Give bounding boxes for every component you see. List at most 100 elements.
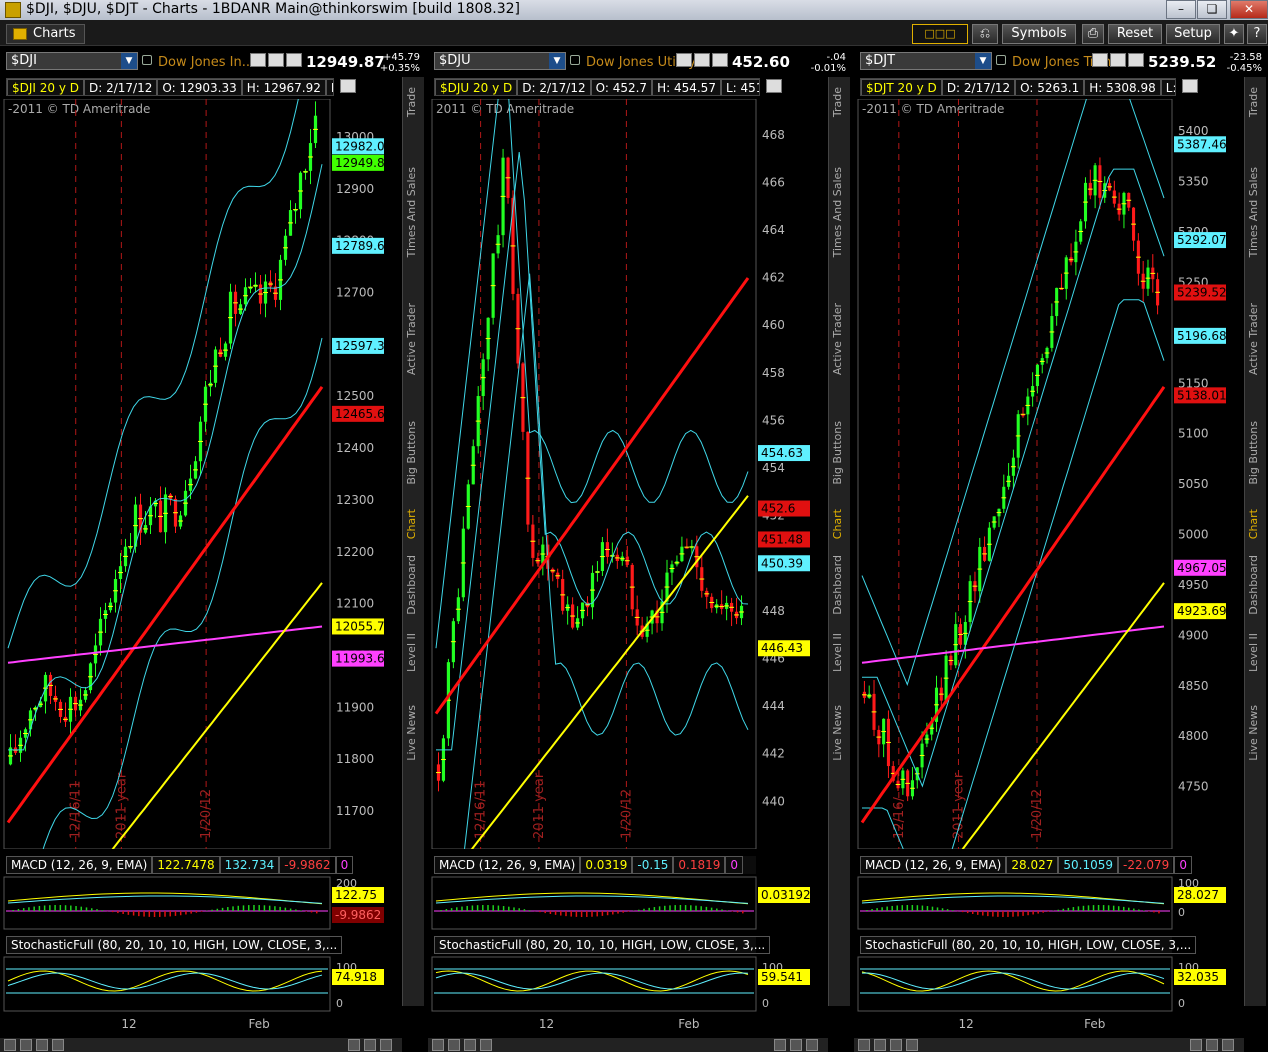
chart-style-icon[interactable] <box>1092 53 1108 67</box>
y-axis-tick: 442 <box>762 747 785 761</box>
chart-style-icon[interactable] <box>250 53 266 67</box>
scroll-left-icon[interactable] <box>1190 1039 1202 1051</box>
drag-hand-icon[interactable] <box>906 1039 918 1051</box>
minimize-button[interactable]: – <box>1166 0 1196 19</box>
stochastic-chart[interactable]: 100059.541 <box>428 933 828 1013</box>
side-tab-active-trader[interactable]: Active Trader <box>1247 303 1260 375</box>
side-tab-trade[interactable]: Trade <box>405 87 418 117</box>
reset-button[interactable]: Reset <box>1108 24 1162 44</box>
scroll-left-icon[interactable] <box>348 1039 360 1051</box>
setup-button[interactable]: Setup <box>1166 24 1220 44</box>
side-tab-live-news[interactable]: Live News <box>1247 705 1260 761</box>
stochastic-chart[interactable]: 100032.035 <box>854 933 1244 1013</box>
zoom-in-icon[interactable] <box>20 1039 32 1051</box>
side-tab-dashboard[interactable]: Dashboard <box>831 555 844 615</box>
side-tab-trade[interactable]: Trade <box>831 87 844 117</box>
chart-style-icon[interactable] <box>676 53 692 67</box>
side-tab-times-and-sales[interactable]: Times And Sales <box>1247 167 1260 257</box>
stochastic-chart[interactable]: 100074.918 <box>0 933 402 1013</box>
scroll-left-icon[interactable] <box>774 1039 786 1051</box>
copyright-text: -2011 © TD Ameritrade <box>862 102 1004 116</box>
scroll-right-icon[interactable] <box>1206 1039 1218 1051</box>
studies-icon[interactable] <box>286 53 302 67</box>
expand-icon[interactable] <box>806 1039 818 1051</box>
side-tab-chart[interactable]: Chart <box>1247 509 1260 539</box>
zoom-out-icon[interactable] <box>464 1039 476 1051</box>
price-chart[interactable]: 2011 © TD Ameritrade 468 466 464 462 460 458 45… <box>428 99 828 849</box>
link-icon[interactable] <box>570 55 580 65</box>
price-label-text: 450.39 <box>761 556 803 570</box>
price-label-1: 12949.87 <box>332 154 392 171</box>
drawing-icon[interactable] <box>268 53 284 67</box>
scroll-left-icon[interactable] <box>4 1039 16 1051</box>
scroll-left-icon[interactable] <box>432 1039 444 1051</box>
side-tab-live-news[interactable]: Live News <box>831 705 844 761</box>
link-icon[interactable]: ⎌ <box>972 24 998 44</box>
chart-settings-icon[interactable] <box>1182 79 1198 93</box>
expand-icon[interactable] <box>1222 1039 1234 1051</box>
side-tab-big-buttons[interactable]: Big Buttons <box>1247 421 1260 485</box>
side-tab-big-buttons[interactable]: Big Buttons <box>831 421 844 485</box>
side-tab-active-trader[interactable]: Active Trader <box>831 303 844 375</box>
studies-icon[interactable] <box>712 53 728 67</box>
chart-settings-icon[interactable] <box>766 79 782 93</box>
chevron-down-icon[interactable]: ▼ <box>549 53 565 69</box>
side-tab-active-trader[interactable]: Active Trader <box>405 303 418 375</box>
close-button[interactable]: ✕ <box>1230 0 1268 19</box>
side-tab-dashboard[interactable]: Dashboard <box>1247 555 1260 615</box>
chevron-down-icon[interactable]: ▼ <box>975 53 991 69</box>
zoom-out-icon[interactable] <box>890 1039 902 1051</box>
side-tab-chart[interactable]: Chart <box>831 509 844 539</box>
price-label-text: 11993.64 <box>335 652 392 666</box>
symbols-button[interactable]: Symbols <box>1002 24 1076 44</box>
chart-settings-icon[interactable] <box>340 79 356 93</box>
side-tab-times-and-sales[interactable]: Times And Sales <box>405 167 418 257</box>
maximize-button[interactable]: ❏ <box>1197 0 1227 19</box>
price-chart[interactable]: -2011 © TD Ameritrade5400535053005250520… <box>854 99 1244 849</box>
link-icon[interactable] <box>142 55 152 65</box>
drag-hand-icon[interactable] <box>52 1039 64 1051</box>
chevron-down-icon[interactable]: ▼ <box>121 53 137 69</box>
macd-chart[interactable]: 2000122.75-9.9862 <box>0 853 402 931</box>
zoom-out-icon[interactable] <box>36 1039 48 1051</box>
studies-icon[interactable] <box>1128 53 1144 67</box>
price-chart[interactable]: -2011 © TD Ameritrade1300012900128001270… <box>0 99 402 849</box>
x-axis-tick: 12 <box>538 1017 555 1031</box>
macd-chart[interactable]: 100028.027 <box>854 853 1244 931</box>
drag-hand-icon[interactable] <box>480 1039 492 1051</box>
y-axis-tick: 12200 <box>336 545 374 559</box>
macd-chart[interactable]: 0.031927 <box>428 853 828 931</box>
link-icon[interactable] <box>996 55 1006 65</box>
zoom-in-icon[interactable] <box>448 1039 460 1051</box>
side-tab-chart[interactable]: Chart <box>405 509 418 539</box>
print-icon[interactable]: ⎙ <box>1082 24 1104 44</box>
side-tab-level-ii[interactable]: Level II <box>831 633 844 672</box>
expand-icon[interactable] <box>380 1039 392 1051</box>
scroll-right-icon[interactable] <box>790 1039 802 1051</box>
side-tab-live-news[interactable]: Live News <box>405 705 418 761</box>
side-tab-trade[interactable]: Trade <box>1247 87 1260 117</box>
last-price: 452.60 <box>732 53 790 71</box>
scroll-left-icon[interactable] <box>858 1039 870 1051</box>
help-icon[interactable]: ? <box>1247 24 1267 44</box>
symbol-input[interactable]: $DJT ▼ <box>860 52 992 70</box>
side-tab-level-ii[interactable]: Level II <box>405 633 418 672</box>
side-tab-dashboard[interactable]: Dashboard <box>405 555 418 615</box>
side-tab-big-buttons[interactable]: Big Buttons <box>405 421 418 485</box>
symbol-input[interactable]: $DJI ▼ <box>6 52 138 70</box>
symbol-input[interactable]: $DJU ▼ <box>434 52 566 70</box>
scroll-right-icon[interactable] <box>364 1039 376 1051</box>
stochastic-axis-tick: 0 <box>336 997 343 1010</box>
grid-layout-button[interactable]: □□□ <box>912 24 968 44</box>
pin-icon[interactable]: ✦ <box>1224 24 1244 44</box>
y-axis-tick: 5000 <box>1178 528 1209 542</box>
charts-tab[interactable]: Charts <box>6 24 85 44</box>
drawing-icon[interactable] <box>1110 53 1126 67</box>
zoom-in-icon[interactable] <box>874 1039 886 1051</box>
ohlc-value: O: 12903.33 <box>157 79 242 95</box>
y-axis-tick: 12500 <box>336 389 374 403</box>
drawing-icon[interactable] <box>694 53 710 67</box>
macd-label-text: -9.9862 <box>335 908 381 922</box>
side-tab-level-ii[interactable]: Level II <box>1247 633 1260 672</box>
side-tab-times-and-sales[interactable]: Times And Sales <box>831 167 844 257</box>
